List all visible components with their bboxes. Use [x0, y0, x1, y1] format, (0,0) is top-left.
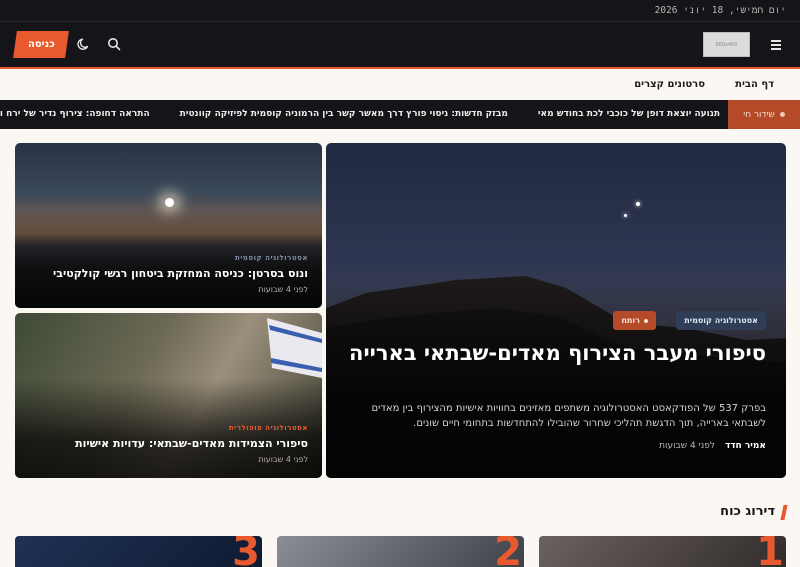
side-article-card[interactable]: אסטרולוגיה פופולרית סיפורי הצמידות מאדים…: [15, 313, 322, 478]
live-dot-icon: [779, 112, 785, 117]
rank-number: 2: [494, 536, 522, 567]
top-date-bar: יום חמישי, 18 יוני 2026: [0, 0, 800, 22]
featured-author[interactable]: אמיר חדד: [725, 441, 766, 451]
ticker-item[interactable]: התראה דחופה: צירוף נדיר של ירח וכ: [0, 109, 150, 119]
header-accent-line: [0, 67, 800, 69]
rank-card[interactable]: 1: [539, 536, 786, 567]
rank-card[interactable]: 3: [15, 536, 262, 567]
hot-badge: רותח: [613, 311, 656, 330]
side-article-time: לפני 4 שבועות: [258, 455, 308, 464]
featured-title[interactable]: סיפורי מעבר הצירוף מאדים-שבתאי בארייה: [346, 339, 766, 368]
side-article-title[interactable]: ונוס בסרטן: כניסה המחזקת ביטחון רגשי קול…: [28, 267, 308, 280]
ticker-item[interactable]: מבזק חדשות: ניסוי פורץ דרך מאשר קשר בין …: [180, 109, 508, 119]
flag-image: [267, 318, 322, 378]
rank-number: 1: [756, 536, 784, 567]
logo-placeholder-text: 000x400: [715, 41, 738, 48]
side-article-category[interactable]: אסטרולוגיה פופולרית: [229, 424, 308, 432]
hot-badge-label: רותח: [621, 316, 640, 325]
side-article-card[interactable]: אסטרולוגיה קוסמית ונוס בסרטן: כניסה המחז…: [15, 143, 322, 308]
hamburger-menu-icon[interactable]: [770, 37, 784, 51]
section-title: דירוג כוח: [720, 504, 775, 519]
planet-star: [636, 202, 640, 206]
side-article-category[interactable]: אסטרולוגיה קוסמית: [235, 254, 308, 262]
login-button[interactable]: כניסה: [13, 31, 69, 58]
login-button-label: כניסה: [27, 39, 55, 50]
current-date: יום חמישי, 18 יוני 2026: [654, 5, 786, 16]
section-accent-bar: [780, 505, 788, 520]
news-ticker: שידור חי תנועה יוצאת דופן של כוכבי לכת ב…: [0, 100, 800, 129]
ticker-item[interactable]: תנועה יוצאת דופן של כוכבי לכת בחודש מאי: [538, 109, 720, 119]
hot-dot-icon: [644, 318, 648, 323]
featured-excerpt: בפרק 537 של הפודקאסט האסטרולוגיה משתפים …: [371, 403, 766, 429]
moon-glow: [165, 198, 174, 207]
site-logo[interactable]: 000x400: [703, 32, 750, 57]
ticker-live-label: שידור חי: [728, 100, 800, 129]
featured-article-card[interactable]: אסטרולוגיה קוסמית רותח סיפורי מעבר הצירו…: [326, 143, 786, 478]
ticker-live-text: שידור חי: [743, 109, 775, 120]
rank-number: 3: [232, 536, 260, 567]
nav-item-home[interactable]: דף הבית: [735, 79, 774, 90]
nav-item-short-videos[interactable]: סרטונים קצרים: [634, 79, 705, 90]
search-icon[interactable]: [106, 36, 122, 52]
featured-meta: אמיר חדד לפני 4 שבועות: [659, 441, 766, 451]
featured-time: לפני 4 שבועות: [659, 441, 715, 451]
site-header: 000x400 כניסה: [0, 22, 800, 67]
ticker-items: תנועה יוצאת דופן של כוכבי לכת בחודש מאי …: [0, 109, 720, 119]
planet-star: [624, 214, 627, 217]
side-article-title[interactable]: סיפורי הצמידות מאדים-שבתאי: עדויות אישיו…: [28, 437, 308, 450]
category-badge[interactable]: אסטרולוגיה קוסמית: [676, 311, 766, 330]
dark-mode-moon-icon[interactable]: [76, 36, 92, 52]
rank-card[interactable]: 2: [277, 536, 524, 567]
side-article-time: לפני 4 שבועות: [258, 285, 308, 294]
main-nav: דף הבית סרטונים קצרים: [0, 70, 800, 100]
